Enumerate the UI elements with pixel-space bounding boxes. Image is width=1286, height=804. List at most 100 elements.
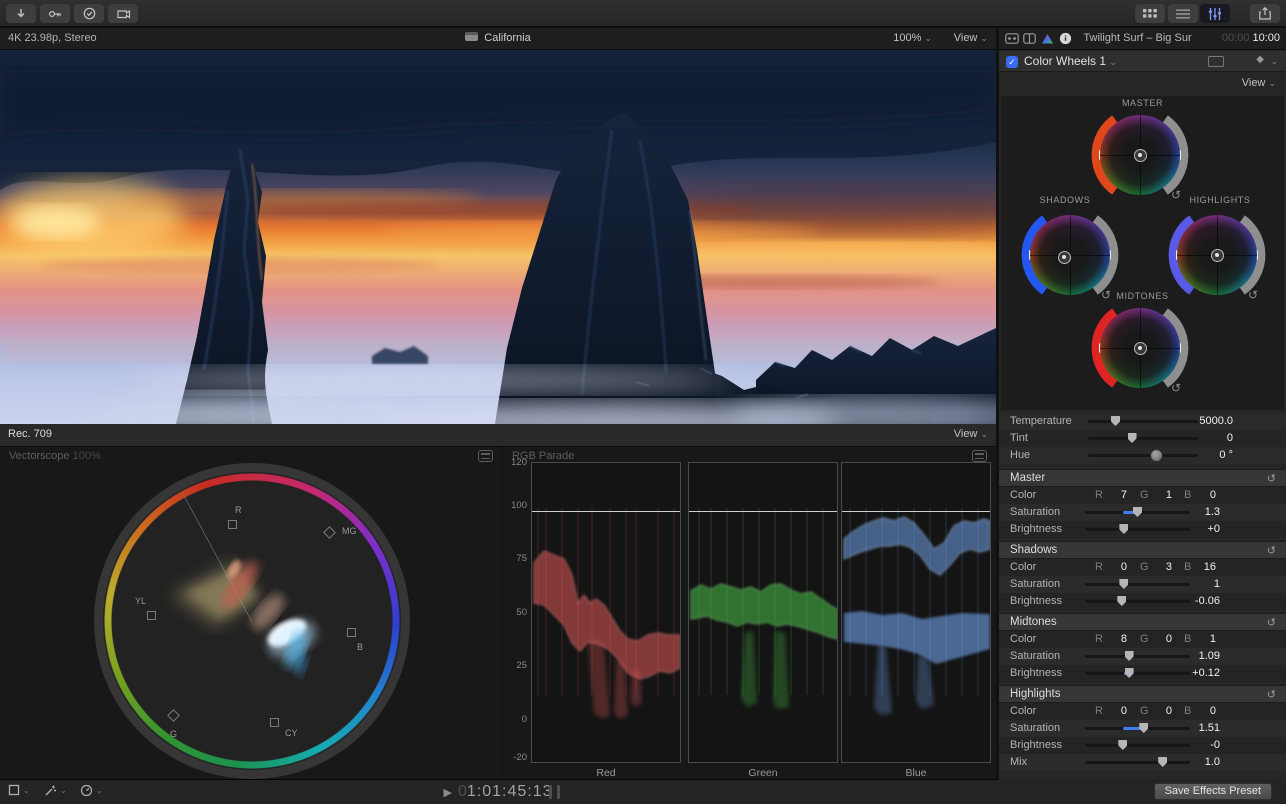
section-header-shadows[interactable]: Shadows ↺ <box>999 541 1286 559</box>
color-wheel-shadows[interactable]: ↺ <box>1012 205 1128 305</box>
section-header-master[interactable]: Master ↺ <box>999 469 1286 487</box>
param-value[interactable]: 0 <box>1173 432 1233 444</box>
wheel-puck[interactable] <box>1058 251 1071 264</box>
inspector-header: Twilight Surf – Big Sur 00:00 10:00 <box>999 28 1286 50</box>
tab-color-inspector[interactable] <box>1039 31 1056 46</box>
param-value[interactable]: 5000.0 <box>1173 415 1233 427</box>
slider-thumb[interactable] <box>1125 668 1134 678</box>
rgb-value[interactable]: 1 <box>1150 489 1172 501</box>
extend-edit-button[interactable] <box>108 4 138 23</box>
slider-thumb[interactable] <box>1119 579 1128 589</box>
effect-enable-checkbox[interactable]: ✓ <box>1006 56 1018 68</box>
import-media-button[interactable] <box>6 4 36 23</box>
rgb-value[interactable]: 8 <box>1105 633 1127 645</box>
param-value[interactable]: 1.09 <box>1160 650 1220 662</box>
section-reset-button[interactable]: ↺ <box>1267 688 1276 701</box>
rgb-value[interactable]: 16 <box>1194 561 1216 573</box>
section-reset-button[interactable]: ↺ <box>1267 544 1276 557</box>
rgb-letter: G <box>1140 489 1149 501</box>
scrubber-handle[interactable] <box>549 785 552 799</box>
rgb-value[interactable]: 0 <box>1105 561 1127 573</box>
wheel-puck[interactable] <box>1134 149 1147 162</box>
wheel-puck[interactable] <box>1134 342 1147 355</box>
slider-thumb[interactable] <box>1111 416 1120 426</box>
param-value[interactable]: +0.12 <box>1160 667 1220 679</box>
play-icon[interactable]: ▶ <box>444 787 452 799</box>
keywords-button[interactable] <box>40 4 70 23</box>
rgb-letter: B <box>1184 633 1191 645</box>
rgb-value[interactable]: 0 <box>1105 705 1127 717</box>
midtones-saturation-row: Saturation1.09 <box>999 648 1286 665</box>
master-color-row: ColorR7G1B0 <box>999 487 1286 504</box>
color-wheel-master[interactable]: ↺ <box>1082 105 1198 205</box>
timecode-display[interactable]: ▶01:01:45:13 <box>0 783 996 801</box>
slider-thumb[interactable] <box>1133 507 1142 517</box>
viewer-view-dropdown[interactable]: View ⌄ <box>954 32 988 44</box>
viewer-title-bar: 4K 23.98p, Stereo California 100% ⌄ View… <box>0 28 996 50</box>
slider-thumb[interactable] <box>1125 651 1134 661</box>
color-inspector-panel: Twilight Surf – Big Sur 00:00 10:00 ✓ Co… <box>999 28 1286 779</box>
top-toolbar <box>0 0 1286 27</box>
clapper-icon <box>465 32 478 41</box>
inspector-view-button[interactable] <box>1200 4 1230 23</box>
tab-audio-inspector[interactable] <box>1021 31 1038 46</box>
mask-icon[interactable] <box>1208 56 1224 67</box>
share-button[interactable] <box>1250 4 1280 23</box>
hue-knob[interactable] <box>1150 449 1163 462</box>
rgb-value[interactable]: 3 <box>1150 561 1172 573</box>
save-effects-preset-button[interactable]: Save Effects Preset <box>1154 783 1272 800</box>
keyframe-caret-icon[interactable]: ⌄ <box>1270 56 1278 67</box>
color-wheel-highlights[interactable]: ↺ <box>1159 205 1275 305</box>
section-header-highlights[interactable]: Highlights ↺ <box>999 685 1286 703</box>
keyframe-icon[interactable]: ◆ <box>1256 54 1264 65</box>
slider-thumb[interactable] <box>1118 740 1127 750</box>
param-value[interactable]: 1.3 <box>1160 506 1220 518</box>
param-value[interactable]: -0.06 <box>1160 595 1220 607</box>
param-label: Temperature <box>1010 415 1072 427</box>
rgb-value[interactable]: 0 <box>1150 633 1172 645</box>
rgb-value[interactable]: 7 <box>1105 489 1127 501</box>
rgb-letter: B <box>1184 561 1191 573</box>
color-wheel-midtones[interactable]: ↺ <box>1082 298 1198 398</box>
param-value[interactable]: 0 ° <box>1173 449 1233 461</box>
param-label: Color <box>1010 561 1036 573</box>
highlights-mix-row: Mix1.0 <box>999 754 1286 771</box>
param-value[interactable]: +0 <box>1160 523 1220 535</box>
effect-name-dropdown[interactable]: Color Wheels 1 ⌄ <box>1024 54 1117 68</box>
rgb-value[interactable]: 0 <box>1194 705 1216 717</box>
wheels-view-dropdown[interactable]: View ⌄ <box>1242 77 1276 89</box>
parade-settings-icon[interactable] <box>972 450 987 462</box>
rgb-value[interactable]: 0 <box>1150 705 1172 717</box>
favorite-button[interactable] <box>74 4 104 23</box>
browser-view-button[interactable] <box>1135 4 1165 23</box>
tab-video-inspector[interactable] <box>1003 31 1020 46</box>
viewer-zoom-dropdown[interactable]: 100% ⌄ <box>893 32 932 44</box>
param-value[interactable]: 1.51 <box>1160 722 1220 734</box>
param-value[interactable]: 1.0 <box>1160 756 1220 768</box>
scrubber-handle[interactable] <box>557 785 560 799</box>
param-value[interactable]: 1 <box>1160 578 1220 590</box>
section-reset-button[interactable]: ↺ <box>1267 616 1276 629</box>
inspector-duration: 00:00 10:00 <box>1222 32 1280 44</box>
param-value[interactable]: -0 <box>1160 739 1220 751</box>
slider-thumb[interactable] <box>1139 723 1148 733</box>
slider-thumb[interactable] <box>1117 596 1126 606</box>
section-header-midtones[interactable]: Midtones ↺ <box>999 613 1286 631</box>
rgb-value[interactable]: 0 <box>1194 489 1216 501</box>
rgb-value[interactable]: 1 <box>1194 633 1216 645</box>
section-reset-button[interactable]: ↺ <box>1267 472 1276 485</box>
waveform-green <box>689 463 837 762</box>
wheel-puck[interactable] <box>1211 249 1224 262</box>
parade-100-line <box>532 511 680 512</box>
wheel-value-sections: Master ↺ColorR7G1B0Saturation1.3Brightne… <box>999 469 1286 771</box>
wheel-label-shadows: SHADOWS <box>1001 195 1129 205</box>
shadows-color-row: ColorR0G3B16 <box>999 559 1286 576</box>
wheel-reset-button[interactable]: ↺ <box>1171 381 1181 395</box>
slider-thumb[interactable] <box>1128 433 1137 443</box>
param-label: Color <box>1010 633 1036 645</box>
list-view-button[interactable] <box>1168 4 1198 23</box>
viewer-canvas[interactable] <box>0 50 996 424</box>
scopes-view-dropdown[interactable]: View ⌄ <box>954 428 988 440</box>
param-row-temperature: Temperature 5000.0 <box>999 413 1286 430</box>
slider-thumb[interactable] <box>1119 524 1128 534</box>
